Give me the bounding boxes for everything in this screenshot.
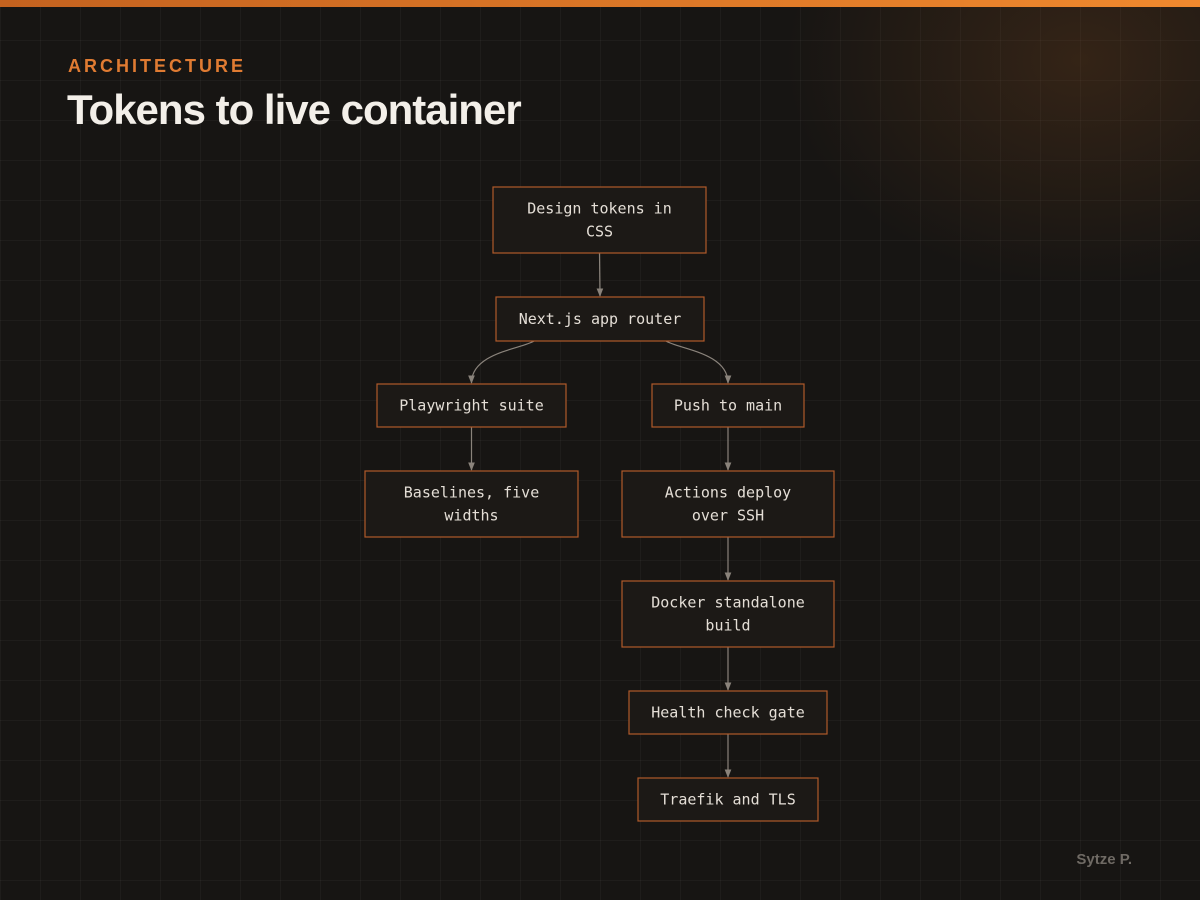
node-router: Next.js app router (495, 296, 705, 342)
node-label: Push to main (674, 397, 782, 415)
node-box (492, 186, 707, 254)
author-credit: Sytze P. (1076, 851, 1132, 868)
node-label: Health check gate (651, 704, 805, 722)
node-health: Health check gate (628, 690, 828, 735)
edge-tokens-to-router (596, 252, 604, 297)
node-label: widths (444, 507, 498, 525)
node-box (621, 580, 835, 648)
node-label: build (705, 617, 750, 635)
node-label: Design tokens in (527, 200, 672, 218)
node-baselines: Baselines, five widths (364, 470, 579, 538)
node-box (364, 470, 579, 538)
node-box (621, 470, 835, 538)
node-label: Baselines, five (404, 484, 539, 502)
node-label: Traefik and TLS (660, 791, 795, 809)
node-traefik: Traefik and TLS (637, 777, 819, 822)
node-docker: Docker standalone build (621, 580, 835, 648)
edge-router-to-playwright (468, 340, 535, 384)
edge-router-to-push (665, 340, 732, 384)
node-push: Push to main (651, 383, 805, 428)
node-label: over SSH (692, 507, 764, 525)
node-label: CSS (586, 223, 613, 241)
node-tokens: Design tokens in CSS (492, 186, 707, 254)
node-label: Playwright suite (399, 397, 544, 415)
node-label: Actions deploy (665, 484, 791, 502)
node-label: Next.js app router (519, 310, 682, 328)
flow-diagram: Design tokens in CSS Next.js app router Pla… (364, 186, 835, 822)
slide: ARCHITECTURE Tokens to live container De… (0, 0, 1200, 900)
node-label: Docker standalone (651, 594, 805, 612)
node-playwright: Playwright suite (376, 383, 567, 428)
node-actions: Actions deploy over SSH (621, 470, 835, 538)
